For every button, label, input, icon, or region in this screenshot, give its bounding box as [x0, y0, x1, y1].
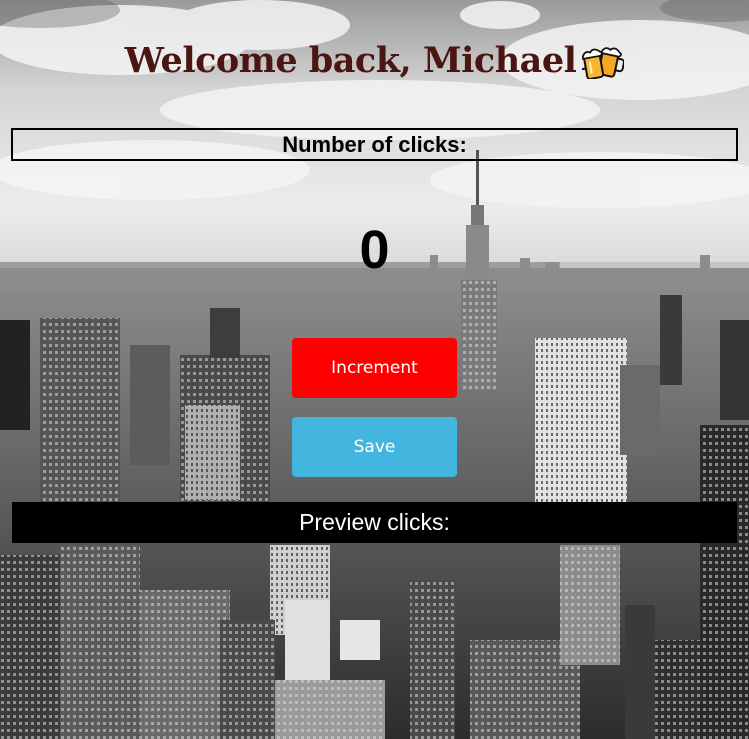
welcome-header: Welcome back, Michael	[0, 40, 749, 81]
save-button[interactable]: Save	[292, 417, 457, 477]
preview-clicks-label: Preview clicks:	[12, 502, 737, 543]
beer-mugs-icon	[582, 46, 625, 79]
page: Welcome back, Michael Number of clicks: …	[0, 0, 749, 739]
increment-button[interactable]: Increment	[292, 338, 457, 398]
click-count: 0	[359, 220, 390, 280]
welcome-title: Welcome back, Michael	[124, 40, 577, 81]
clicks-label: Number of clicks:	[11, 128, 738, 161]
